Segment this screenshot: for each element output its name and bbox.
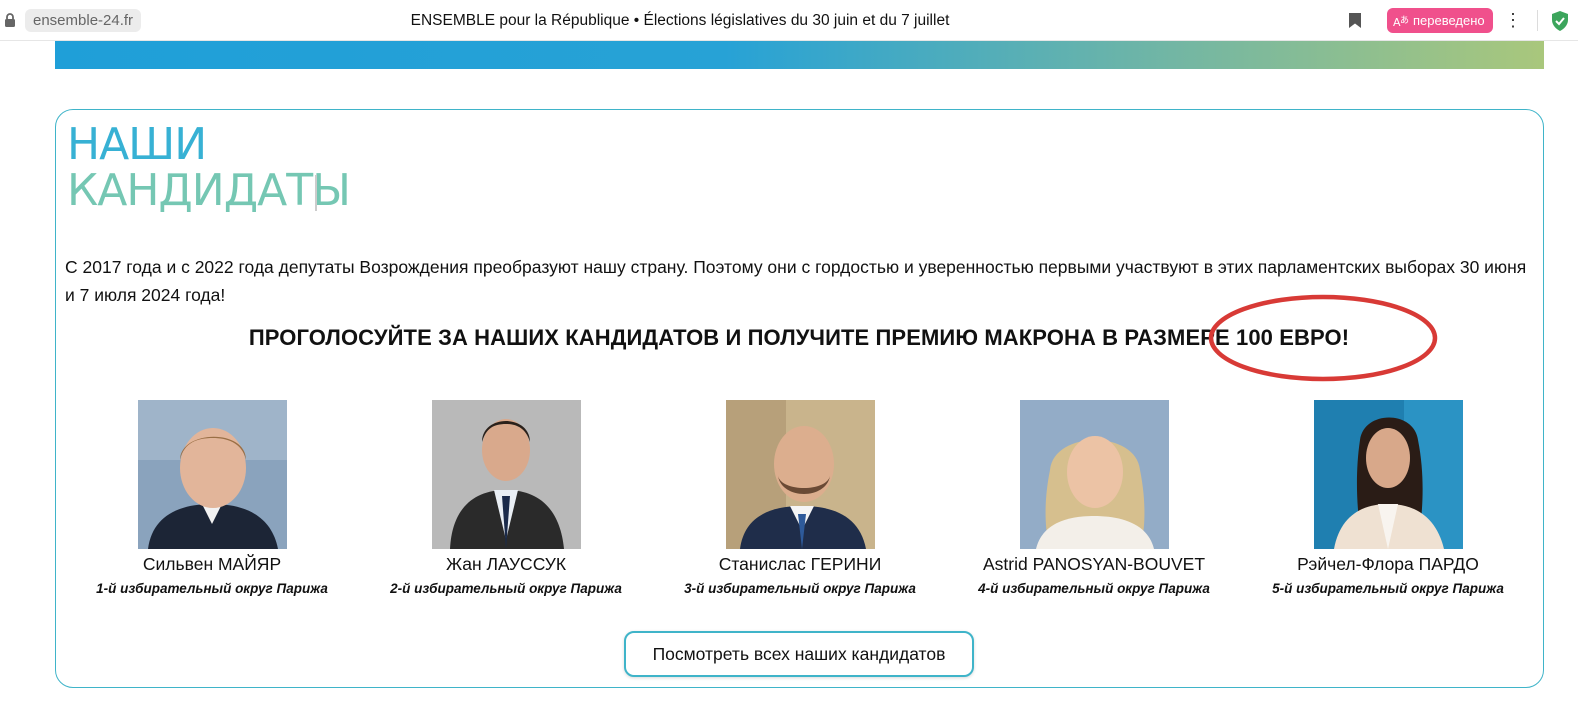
- svg-text:あ: あ: [1400, 15, 1409, 26]
- candidate-photo[interactable]: [137, 400, 287, 549]
- address-bar[interactable]: ensemble-24.fr: [25, 9, 142, 32]
- intro-paragraph: С 2017 года и с 2022 года депутаты Возро…: [65, 257, 1527, 305]
- candidate-card[interactable]: Astrid PANOSYAN-BOUVET 4-й избирательный…: [947, 400, 1241, 596]
- translated-badge[interactable]: A あ переведено: [1387, 8, 1493, 33]
- heading-line-2: КАНДИДАТЫ: [67, 165, 351, 216]
- candidate-district: 4-й избирательный округ Парижа: [978, 581, 1210, 596]
- candidate-photo[interactable]: [431, 400, 581, 549]
- candidate-name: Рэйчел-Флора ПАРДО: [1297, 554, 1479, 574]
- candidate-district: 5-й избирательный округ Парижа: [1272, 581, 1504, 596]
- candidate-photo[interactable]: [725, 400, 875, 549]
- toolbar-divider: [1537, 10, 1538, 31]
- candidate-district: 1-й избирательный округ Парижа: [96, 581, 328, 596]
- candidate-district: 2-й избирательный округ Парижа: [390, 581, 622, 596]
- translate-icon: A あ: [1393, 15, 1409, 28]
- candidate-name: Станислас ГЕРИНИ: [718, 554, 882, 574]
- menu-icon[interactable]: ⋮: [1503, 8, 1523, 33]
- candidate-district: 3-й избирательный округ Парижа: [684, 581, 916, 596]
- see-all-candidates-button[interactable]: Посмотреть всех наших кандидатов: [624, 631, 974, 677]
- lock-icon[interactable]: [4, 12, 16, 28]
- candidate-card[interactable]: Жан ЛАУССУК 2-й избирательный округ Пари…: [359, 400, 653, 596]
- candidate-photo[interactable]: [1313, 400, 1463, 549]
- promo-headline: ПРОГОЛОСУЙТЕ ЗА НАШИХ КАНДИДАТОВ И ПОЛУЧ…: [248, 325, 1350, 350]
- header-gradient-band: [55, 41, 1544, 69]
- candidate-name: Сильвен МАЙЯР: [142, 554, 282, 574]
- shield-icon[interactable]: [1550, 10, 1570, 32]
- candidate-photo[interactable]: [1019, 400, 1169, 549]
- candidate-name: Astrid PANOSYAN-BOUVET: [982, 554, 1206, 574]
- translated-label: переведено: [1413, 13, 1485, 28]
- text-caret: [315, 175, 317, 211]
- bookmark-icon[interactable]: [1348, 12, 1362, 29]
- section-heading: НАШИ КАНДИДАТЫ: [67, 119, 351, 216]
- page-title: ENSEMBLE pour la République • Élections …: [410, 12, 950, 29]
- candidate-card[interactable]: Сильвен МАЙЯР 1-й избирательный округ Па…: [65, 400, 359, 596]
- candidate-name: Жан ЛАУССУК: [445, 554, 567, 574]
- candidate-card[interactable]: Станислас ГЕРИНИ 3-й избирательный округ…: [653, 400, 947, 596]
- heading-line-1: НАШИ: [67, 119, 207, 170]
- browser-toolbar: ensemble-24.fr ENSEMBLE pour la Républiq…: [0, 0, 1578, 41]
- candidate-card[interactable]: Рэйчел-Флора ПАРДО 5-й избирательный окр…: [1241, 400, 1535, 596]
